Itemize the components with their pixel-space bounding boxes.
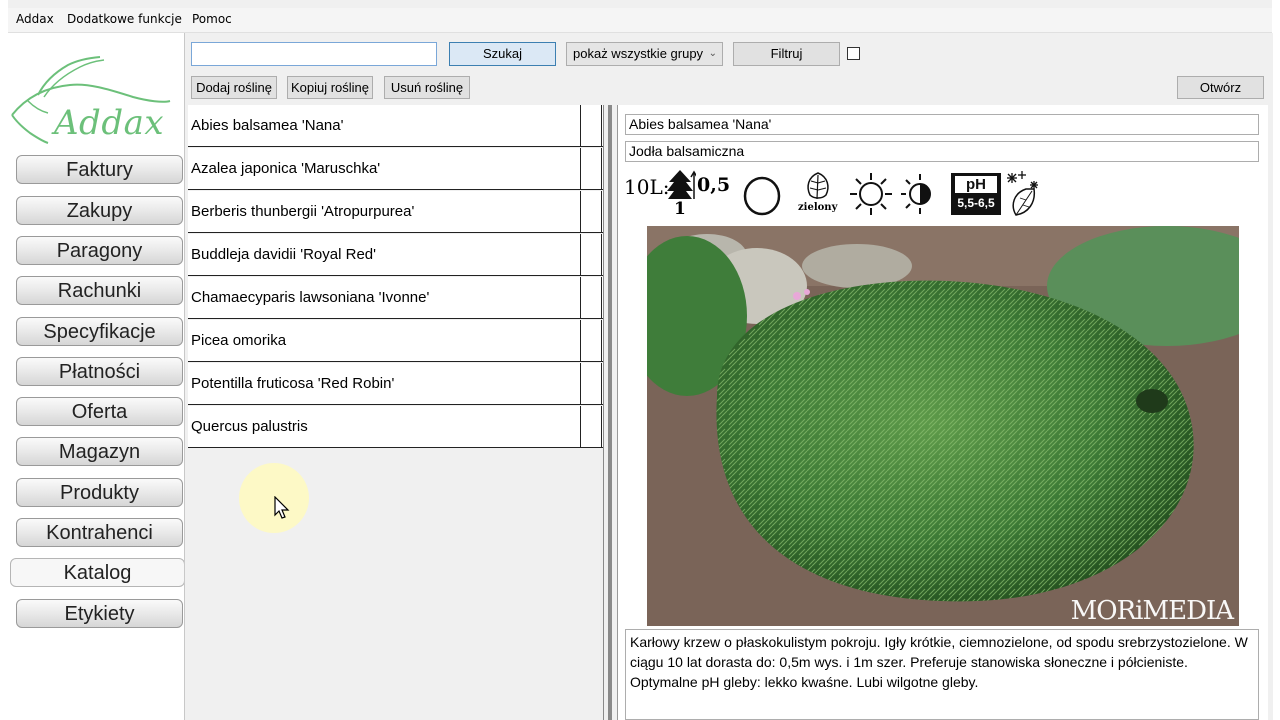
filter-checkbox[interactable]	[847, 47, 860, 60]
window-border-right	[1272, 0, 1280, 720]
group-select-value: pokaż wszystkie grupy	[573, 46, 704, 61]
column-divider	[601, 191, 602, 233]
column-divider	[601, 277, 602, 319]
list-item[interactable]: Quercus palustris	[188, 406, 603, 448]
nav-produkty[interactable]: Produkty	[16, 478, 183, 507]
photo-watermark: MORiMEDIA	[1070, 596, 1234, 626]
copy-plant-button[interactable]: Kopiuj roślinę	[287, 76, 373, 99]
list-item[interactable]: Azalea japonica 'Maruschka'	[188, 148, 603, 190]
growth-prefix: 10L:	[624, 175, 670, 199]
plant-photo: MORiMEDIA	[647, 226, 1239, 626]
nav-kontrahenci[interactable]: Kontrahenci	[16, 518, 183, 547]
list-item[interactable]: Chamaecyparis lawsoniana 'Ivonne'	[188, 277, 603, 319]
nav-zakupy[interactable]: Zakupy	[16, 196, 183, 225]
column-divider	[580, 234, 581, 276]
remove-plant-button[interactable]: Usuń roślinę	[384, 76, 470, 99]
half-shade-icon	[901, 174, 931, 214]
nav-platnosci[interactable]: Płatności	[16, 357, 183, 386]
column-divider	[580, 363, 581, 405]
chevron-down-icon: ⌄	[708, 48, 717, 59]
plant-name: Picea omorika	[191, 332, 287, 349]
open-button[interactable]: Otwórz	[1177, 76, 1264, 99]
polish-name-field[interactable]: Jodła balsamiczna	[625, 141, 1259, 162]
nav-etykiety[interactable]: Etykiety	[16, 599, 183, 628]
filter-button[interactable]: Filtruj	[733, 42, 840, 66]
column-divider	[580, 105, 581, 147]
latin-name-field[interactable]: Abies balsamea 'Nana'	[625, 114, 1259, 135]
ph-label: pH	[955, 176, 997, 193]
foliage-label: zielony	[798, 202, 838, 213]
logo-text: Addax	[54, 103, 165, 143]
plant-name: Azalea japonica 'Maruschka'	[191, 160, 381, 177]
plant-name: Chamaecyparis lawsoniana 'Ivonne'	[191, 289, 430, 306]
growth-width: 1	[674, 199, 686, 219]
list-item[interactable]: Abies balsamea 'Nana'	[188, 105, 603, 147]
group-select[interactable]: pokaż wszystkie grupy ⌄	[566, 42, 723, 66]
nav-paragony[interactable]: Paragony	[16, 236, 183, 265]
mouse-pointer-icon	[274, 496, 290, 519]
ph-range: 5,5-6,5	[957, 196, 995, 210]
plant-name: Abies balsamea 'Nana'	[191, 117, 344, 134]
menu-extra-functions[interactable]: Dodatkowe funkcje	[67, 12, 182, 26]
column-divider	[580, 320, 581, 362]
frost-hardy-icon	[1007, 171, 1038, 216]
column-divider	[580, 191, 581, 233]
plant-list: Abies balsamea 'Nana' Azalea japonica 'M…	[188, 105, 604, 720]
leaf-icon	[807, 172, 829, 200]
column-divider	[601, 105, 602, 147]
add-plant-button[interactable]: Dodaj roślinę	[191, 76, 277, 99]
list-item[interactable]: Berberis thunbergii 'Atropurpurea'	[188, 191, 603, 233]
search-input[interactable]	[191, 42, 437, 66]
nav-specyfikacje[interactable]: Specyfikacje	[16, 317, 183, 346]
nav-oferta[interactable]: Oferta	[16, 397, 183, 426]
plant-name: Quercus palustris	[191, 418, 308, 435]
plant-name: Berberis thunbergii 'Atropurpurea'	[191, 203, 415, 220]
nav-magazyn[interactable]: Magazyn	[16, 437, 183, 466]
nav-faktury[interactable]: Faktury	[16, 155, 183, 184]
tree-size-icon	[667, 170, 696, 199]
nav-katalog[interactable]: Katalog	[10, 558, 185, 587]
column-divider	[601, 148, 602, 190]
growth-height: 0,5	[697, 174, 731, 196]
column-divider	[580, 148, 581, 190]
search-button[interactable]: Szukaj	[449, 42, 556, 66]
plant-attribute-icons: 10L: 0,5 1 zielony pH 5,5-6,5	[624, 169, 1054, 219]
plant-photo-illustration	[647, 226, 1239, 626]
description-field[interactable]: Karłowy krzew o płaskokulistym pokroju. …	[625, 629, 1259, 720]
list-item[interactable]: Picea omorika	[188, 320, 603, 362]
plant-name: Potentilla fruticosa 'Red Robin'	[191, 375, 395, 392]
list-item[interactable]: Buddleja davidii 'Royal Red'	[188, 234, 603, 276]
panel-splitter[interactable]	[608, 105, 612, 720]
column-divider	[601, 406, 602, 448]
column-divider	[601, 234, 602, 276]
ph-badge: pH 5,5-6,5	[951, 173, 1001, 215]
catalog-panel: Szukaj pokaż wszystkie grupy ⌄ Filtruj D…	[184, 33, 1273, 720]
plant-detail: Abies balsamea 'Nana' Jodła balsamiczna …	[617, 105, 1268, 720]
column-divider	[580, 406, 581, 448]
list-item[interactable]: Potentilla fruticosa 'Red Robin'	[188, 363, 603, 405]
nav-rachunki[interactable]: Rachunki	[16, 276, 183, 305]
column-divider	[601, 363, 602, 405]
menu-addax[interactable]: Addax	[16, 12, 54, 26]
full-sun-icon	[850, 173, 892, 215]
sidebar: Addax Faktury Zakupy Paragony Rachunki S…	[8, 33, 185, 720]
plant-name: Buddleja davidii 'Royal Red'	[191, 246, 377, 263]
round-habit-icon	[743, 176, 781, 216]
column-divider	[580, 277, 581, 319]
menu-help[interactable]: Pomoc	[192, 12, 232, 26]
column-divider	[601, 320, 602, 362]
window-border-left	[0, 0, 8, 720]
menu-bar: Addax Dodatkowe funkcje Pomoc	[8, 8, 1272, 33]
